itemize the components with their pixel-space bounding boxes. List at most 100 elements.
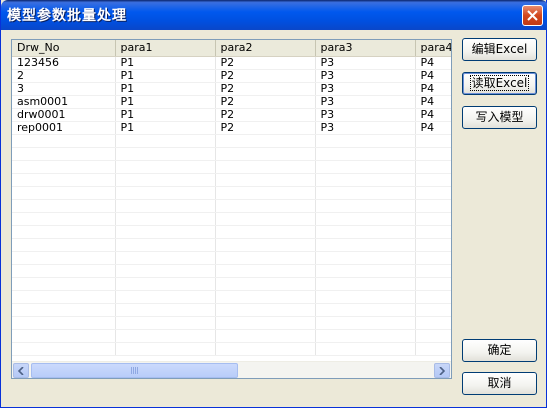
table-cell[interactable]: P2 — [215, 95, 316, 109]
table-cell[interactable]: P2 — [215, 108, 316, 122]
table-cell[interactable] — [12, 342, 116, 356]
table-cell[interactable] — [315, 134, 416, 148]
table-cell[interactable] — [12, 329, 116, 343]
table-cell[interactable] — [12, 251, 116, 265]
table-row[interactable]: 123456 P1 P2 P3 P4 — [12, 56, 451, 70]
empty-table-row[interactable] — [12, 303, 451, 317]
table-cell[interactable] — [215, 238, 316, 252]
column-header-para2[interactable]: para2 — [215, 40, 316, 57]
table-cell[interactable] — [415, 238, 451, 252]
table-cell[interactable] — [115, 212, 216, 226]
table-cell[interactable] — [215, 225, 316, 239]
table-cell[interactable] — [12, 160, 116, 174]
table-cell[interactable] — [12, 134, 116, 148]
empty-table-row[interactable] — [12, 225, 451, 239]
table-cell[interactable] — [215, 329, 316, 343]
table-cell[interactable]: P4 — [415, 82, 451, 96]
table-cell[interactable]: P4 — [415, 108, 451, 122]
empty-table-row[interactable] — [12, 212, 451, 226]
table-cell[interactable] — [415, 251, 451, 265]
table-cell[interactable] — [315, 199, 416, 213]
horizontal-scrollbar[interactable] — [12, 361, 451, 378]
table-cell[interactable]: P1 — [115, 82, 216, 96]
table-cell[interactable] — [315, 186, 416, 200]
scroll-right-button[interactable] — [434, 363, 450, 378]
table-cell[interactable] — [115, 199, 216, 213]
table-cell[interactable] — [115, 316, 216, 330]
table-cell[interactable]: 3 — [12, 82, 116, 96]
column-header-para1[interactable]: para1 — [115, 40, 216, 57]
empty-table-row[interactable] — [12, 186, 451, 200]
table-cell[interactable] — [415, 316, 451, 330]
table-cell[interactable] — [12, 277, 116, 291]
table-cell[interactable] — [415, 186, 451, 200]
table-cell[interactable] — [115, 251, 216, 265]
empty-table-row[interactable] — [12, 277, 451, 291]
table-cell[interactable] — [115, 147, 216, 161]
table-cell[interactable]: asm0001 — [12, 95, 116, 109]
table-cell[interactable]: 123456 — [12, 56, 116, 70]
table-cell[interactable] — [215, 251, 316, 265]
table-cell[interactable]: P2 — [215, 121, 316, 135]
empty-table-row[interactable] — [12, 160, 451, 174]
table-cell[interactable] — [215, 134, 316, 148]
table-row[interactable]: rep0001 P1 P2 P3 P4 — [12, 121, 451, 135]
table-cell[interactable] — [115, 186, 216, 200]
table-cell[interactable] — [415, 212, 451, 226]
table-cell[interactable] — [215, 212, 316, 226]
table-cell[interactable]: 2 — [12, 69, 116, 83]
table-cell[interactable] — [315, 264, 416, 278]
table-cell[interactable] — [215, 277, 316, 291]
table-cell[interactable] — [115, 277, 216, 291]
table-cell[interactable]: P2 — [215, 69, 316, 83]
table-cell[interactable] — [315, 173, 416, 187]
table-cell[interactable]: P3 — [315, 56, 416, 70]
table-cell[interactable] — [415, 225, 451, 239]
table-cell[interactable] — [215, 186, 316, 200]
table-cell[interactable]: P4 — [415, 121, 451, 135]
table-cell[interactable] — [315, 147, 416, 161]
table-cell[interactable] — [215, 199, 316, 213]
table-cell[interactable] — [315, 303, 416, 317]
table-cell[interactable] — [12, 290, 116, 304]
empty-table-row[interactable] — [12, 290, 451, 304]
table-cell[interactable] — [12, 147, 116, 161]
column-header-para4[interactable]: para4 — [415, 40, 451, 57]
table-cell[interactable] — [215, 160, 316, 174]
table-cell[interactable] — [315, 251, 416, 265]
table-cell[interactable] — [215, 290, 316, 304]
table-cell[interactable]: P4 — [415, 56, 451, 70]
table-cell[interactable] — [115, 342, 216, 356]
table-cell[interactable] — [315, 342, 416, 356]
table-cell[interactable] — [315, 290, 416, 304]
table-row[interactable]: drw0001 P1 P2 P3 P4 — [12, 108, 451, 122]
parameter-grid[interactable]: Drw_No para1 para2 para3 para4 123456 P1 P… — [11, 39, 452, 379]
table-cell[interactable] — [12, 186, 116, 200]
table-cell[interactable] — [12, 316, 116, 330]
table-cell[interactable] — [315, 212, 416, 226]
edit-excel-button[interactable]: 编辑Excel — [462, 38, 537, 61]
empty-table-row[interactable] — [12, 329, 451, 343]
table-cell[interactable] — [12, 199, 116, 213]
table-cell[interactable] — [415, 303, 451, 317]
column-header-drw-no[interactable]: Drw_No — [12, 40, 116, 57]
table-cell[interactable]: P2 — [215, 82, 316, 96]
table-cell[interactable] — [12, 238, 116, 252]
read-excel-button[interactable]: 读取Excel — [462, 72, 537, 95]
table-cell[interactable]: P3 — [315, 69, 416, 83]
table-cell[interactable]: P3 — [315, 108, 416, 122]
empty-table-row[interactable] — [12, 251, 451, 265]
empty-table-row[interactable] — [12, 173, 451, 187]
scroll-left-button[interactable] — [13, 363, 29, 378]
table-cell[interactable] — [415, 277, 451, 291]
table-cell[interactable] — [115, 134, 216, 148]
table-cell[interactable]: P1 — [115, 121, 216, 135]
table-cell[interactable] — [315, 329, 416, 343]
empty-table-row[interactable] — [12, 342, 451, 356]
table-cell[interactable] — [12, 225, 116, 239]
empty-table-row[interactable] — [12, 264, 451, 278]
scroll-thumb[interactable] — [31, 363, 238, 378]
table-cell[interactable] — [315, 316, 416, 330]
table-cell[interactable]: P3 — [315, 95, 416, 109]
table-cell[interactable] — [115, 160, 216, 174]
